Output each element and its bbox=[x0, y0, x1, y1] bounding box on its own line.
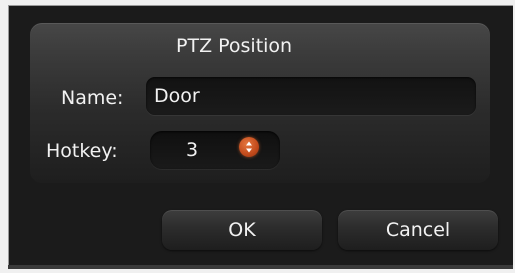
name-label: Name: bbox=[61, 87, 124, 109]
name-field[interactable]: Door bbox=[146, 77, 476, 115]
hotkey-spinbox[interactable]: 3 bbox=[150, 131, 280, 169]
name-field-value: Door bbox=[154, 85, 200, 107]
hotkey-value: 3 bbox=[186, 139, 199, 161]
dialog-bottom-edge bbox=[8, 265, 513, 269]
cancel-button[interactable]: Cancel bbox=[338, 210, 498, 250]
hotkey-label: Hotkey: bbox=[46, 140, 118, 162]
dialog-title: PTZ Position bbox=[176, 35, 293, 57]
spin-arrows-icon[interactable] bbox=[239, 137, 259, 157]
ok-button[interactable]: OK bbox=[162, 210, 322, 250]
